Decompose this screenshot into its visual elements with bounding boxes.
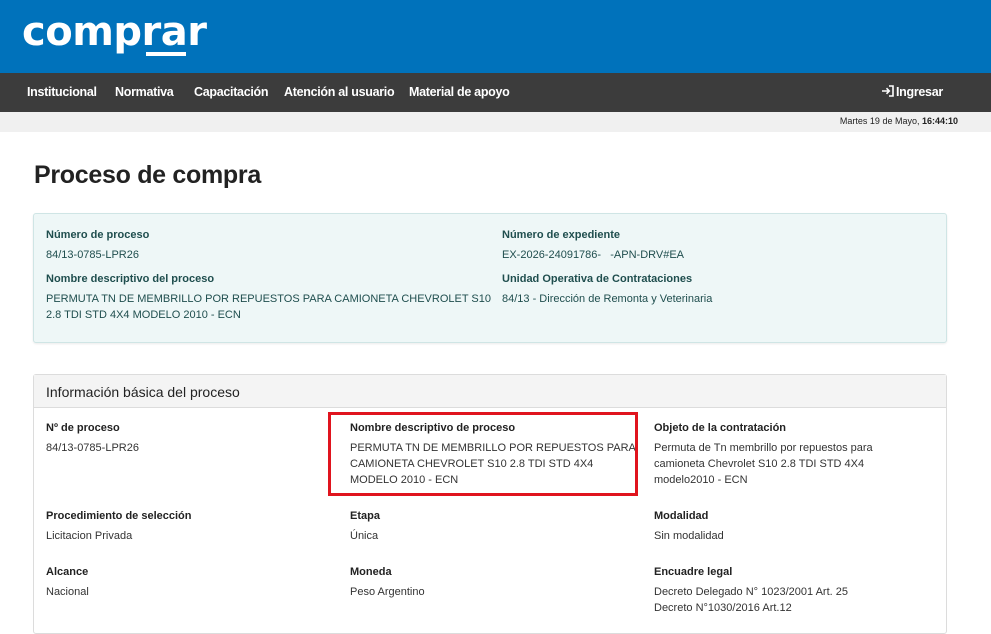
- modalidad-value: Sin modalidad: [654, 530, 724, 542]
- numero-expediente-label: Número de expediente: [502, 229, 620, 241]
- procedimiento-value: Licitacion Privada: [46, 530, 133, 542]
- objeto-contratacion-line3: modelo2010 - ECN: [654, 474, 748, 486]
- login-label: Ingresar: [896, 85, 943, 99]
- nav-institucional[interactable]: Institucional: [27, 73, 97, 112]
- highlight-box: [328, 412, 638, 496]
- objeto-contratacion-line2: camioneta Chevrolet S10 2.8 TDI STD 4X4: [654, 458, 865, 470]
- nav-capacitacion[interactable]: Capacitación: [194, 73, 269, 112]
- nav-normativa[interactable]: Normativa: [115, 73, 174, 112]
- nav-material-apoyo[interactable]: Material de apoyo: [409, 73, 510, 112]
- encuadre-legal-line1: Decreto Delegado N° 1023/2001 Art. 25: [654, 586, 848, 598]
- numero-proceso-value: 84/13-0785-LPR26: [46, 249, 139, 261]
- login-icon: [882, 85, 894, 97]
- unidad-operativa-value: 84/13 - Dirección de Remonta y Veterinar…: [502, 293, 713, 305]
- etapa-label: Etapa: [350, 510, 380, 522]
- alcance-label: Alcance: [46, 566, 89, 578]
- numero-expediente-value: EX-2026-24091786- -APN-DRV#EA: [502, 249, 685, 261]
- login-link[interactable]: Ingresar: [881, 73, 943, 112]
- current-date: Martes 19 de Mayo,: [839, 116, 922, 126]
- page-title: Proceso de compra: [34, 161, 261, 189]
- current-datetime: Martes 19 de Mayo, 16:44:10: [840, 116, 958, 126]
- date-bar: Martes 19 de Mayo, 16:44:10: [0, 112, 991, 132]
- logo-underline: [146, 52, 186, 56]
- procedimiento-label: Procedimiento de selección: [46, 510, 192, 522]
- nombre-descriptivo-label: Nombre descriptivo del proceso: [46, 273, 215, 285]
- nombre-descriptivo-line1: PERMUTA TN DE MEMBRILLO POR REPUESTOS PA…: [46, 293, 491, 305]
- current-time: 16:44:10: [921, 116, 958, 126]
- objeto-contratacion-label: Objeto de la contratación: [654, 422, 787, 434]
- etapa-value: Única: [350, 530, 379, 542]
- encuadre-legal-label: Encuadre legal: [654, 566, 733, 578]
- moneda-label: Moneda: [350, 566, 392, 578]
- comprar-logo[interactable]: comprar: [22, 8, 207, 64]
- nav-atencion-usuario[interactable]: Atención al usuario: [284, 73, 395, 112]
- logo-text: comprar: [22, 9, 207, 55]
- panel-header: Información básica del proceso: [34, 375, 946, 408]
- panel-title: Información básica del proceso: [46, 384, 240, 400]
- top-header: comprar: [0, 0, 991, 73]
- numero-proceso-label: Número de proceso: [46, 229, 150, 241]
- nombre-descriptivo-line2: 2.8 TDI STD 4X4 MODELO 2010 - ECN: [46, 309, 241, 321]
- nro-proceso-label: Nº de proceso: [46, 422, 120, 434]
- modalidad-label: Modalidad: [654, 510, 709, 522]
- nro-proceso-value: 84/13-0785-LPR26: [46, 442, 139, 454]
- unidad-operativa-label: Unidad Operativa de Contrataciones: [502, 273, 693, 285]
- moneda-value: Peso Argentino: [350, 586, 425, 598]
- objeto-contratacion-line1: Permuta de Tn membrillo por repuestos pa…: [654, 442, 873, 454]
- alcance-value: Nacional: [46, 586, 89, 598]
- process-summary-card: Número de proceso 84/13-0785-LPR26 Númer…: [33, 213, 947, 343]
- main-nav: Institucional Normativa Capacitación Ate…: [0, 73, 991, 112]
- encuadre-legal-line2: Decreto N°1030/2016 Art.12: [654, 602, 792, 614]
